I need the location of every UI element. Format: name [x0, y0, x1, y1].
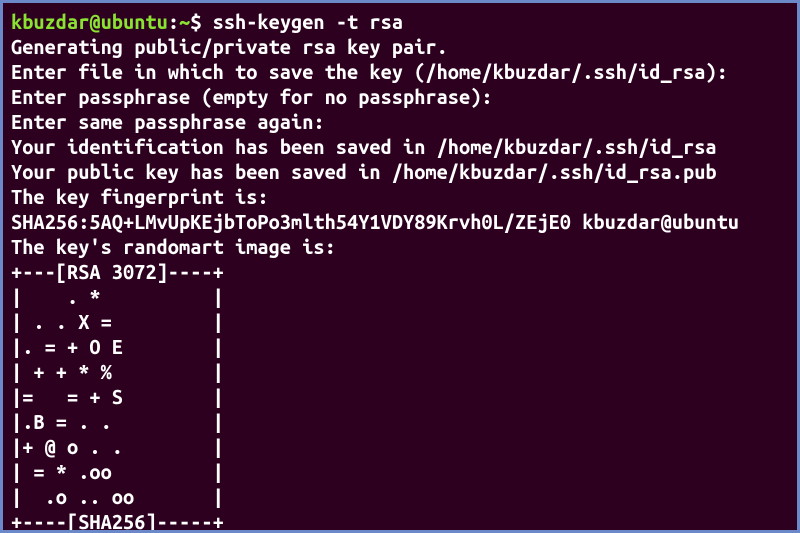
output-line: Enter passphrase (empty for no passphras… [11, 84, 789, 109]
randomart-line: | = * .oo | [11, 459, 789, 484]
randomart-line: | .o .. oo | [11, 484, 789, 509]
randomart-line: |.B = . . | [11, 409, 789, 434]
output-line: The key fingerprint is: [11, 184, 789, 209]
randomart-line: +----[SHA256]-----+ [11, 509, 789, 533]
randomart-line: |= = + S | [11, 384, 789, 409]
prompt-dollar: $ [190, 10, 212, 33]
prompt-line: kbuzdar@ubuntu:~$ ssh-keygen -t rsa [11, 9, 789, 34]
randomart-line: | + + * % | [11, 359, 789, 384]
output-line: Enter file in which to save the key (/ho… [11, 59, 789, 84]
output-line: Your public key has been saved in /home/… [11, 159, 789, 184]
randomart-line: |+ @ o . . | [11, 434, 789, 459]
output-line: The key's randomart image is: [11, 234, 789, 259]
randomart-line: | . . X = | [11, 309, 789, 334]
command-text: ssh-keygen -t rsa [213, 10, 403, 33]
output-line: SHA256:5AQ+LMvUpKEjbToPo3mlth54Y1VDY89Kr… [11, 209, 789, 234]
output-line: Generating public/private rsa key pair. [11, 34, 789, 59]
randomart-line: |. = + O E | [11, 334, 789, 359]
prompt-sep: : [168, 10, 179, 33]
randomart-line: | . * | [11, 284, 789, 309]
output-line: Your identification has been saved in /h… [11, 134, 789, 159]
terminal-window[interactable]: kbuzdar@ubuntu:~$ ssh-keygen -t rsa Gene… [0, 0, 800, 533]
randomart-line: +---[RSA 3072]----+ [11, 259, 789, 284]
prompt-user-host: kbuzdar@ubuntu [11, 10, 168, 33]
output-line: Enter same passphrase again: [11, 109, 789, 134]
prompt-path: ~ [179, 10, 190, 33]
